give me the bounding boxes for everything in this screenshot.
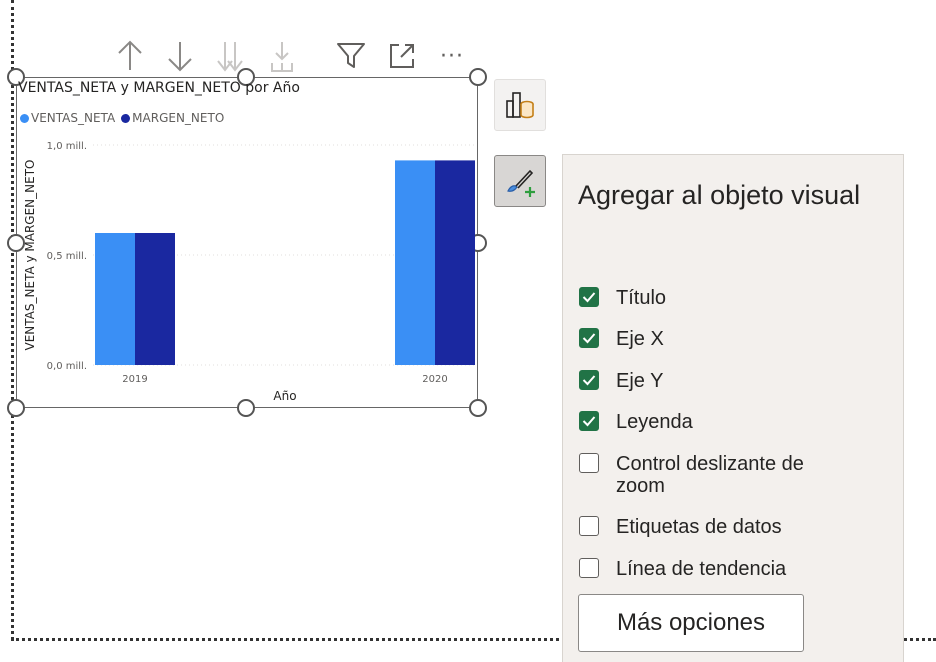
checkbox-titulo[interactable]: [579, 287, 599, 307]
option-eje-y[interactable]: Eje Y: [579, 370, 663, 392]
bar-ventas-neta-2019[interactable]: [95, 233, 135, 365]
y-tick-label: 1,0 mill.: [47, 141, 87, 152]
option-label: Eje Y: [616, 370, 664, 392]
option-eje-x[interactable]: Eje X: [579, 328, 664, 350]
option-control-zoom[interactable]: Control deslizante de zoom: [579, 453, 879, 497]
bar-ventas-neta-2020[interactable]: [395, 160, 435, 365]
y-tick-label: 0,5 mill.: [47, 251, 87, 262]
x-tick-label: 2020: [422, 374, 447, 385]
checkbox-leyenda[interactable]: [579, 411, 599, 431]
option-label: Leyenda: [616, 411, 693, 433]
option-leyenda[interactable]: Leyenda: [579, 411, 693, 433]
y-axis-title: VENTAS_NETA y MARGEN_NETO: [23, 160, 37, 351]
option-label: Control deslizante de zoom: [616, 453, 804, 497]
x-axis-title: Año: [273, 389, 296, 403]
option-etiquetas-datos[interactable]: Etiquetas de datos: [579, 516, 782, 538]
option-label: Eje X: [616, 328, 664, 350]
bar-margen-neto-2020[interactable]: [435, 160, 475, 365]
checkbox-eje-y[interactable]: [579, 370, 599, 390]
checkbox-eje-x[interactable]: [579, 328, 599, 348]
option-linea-tendencia[interactable]: Línea de tendencia: [579, 558, 786, 580]
option-titulo[interactable]: Título: [579, 287, 666, 309]
bar-margen-neto-2019[interactable]: [135, 233, 175, 365]
checkbox-etiquetas-datos[interactable]: [579, 516, 599, 536]
checkbox-control-zoom[interactable]: [579, 453, 599, 473]
panel-title: Agregar al objeto visual: [578, 180, 861, 210]
x-tick-label: 2019: [122, 374, 147, 385]
more-options-button[interactable]: Más opciones: [578, 594, 804, 652]
y-tick-label: 0,0 mill.: [47, 361, 87, 372]
option-label: Etiquetas de datos: [616, 516, 782, 538]
format-visual-icon: [507, 169, 535, 197]
build-visual-button[interactable]: [494, 79, 546, 131]
format-visual-button[interactable]: [494, 155, 546, 207]
add-to-visual-panel: Agregar al objeto visual Título Eje X Ej…: [562, 154, 904, 662]
checkbox-linea-tendencia[interactable]: [579, 558, 599, 578]
option-label: Línea de tendencia: [616, 558, 787, 580]
option-label: Título: [616, 287, 667, 309]
build-visual-icon: [506, 92, 534, 119]
